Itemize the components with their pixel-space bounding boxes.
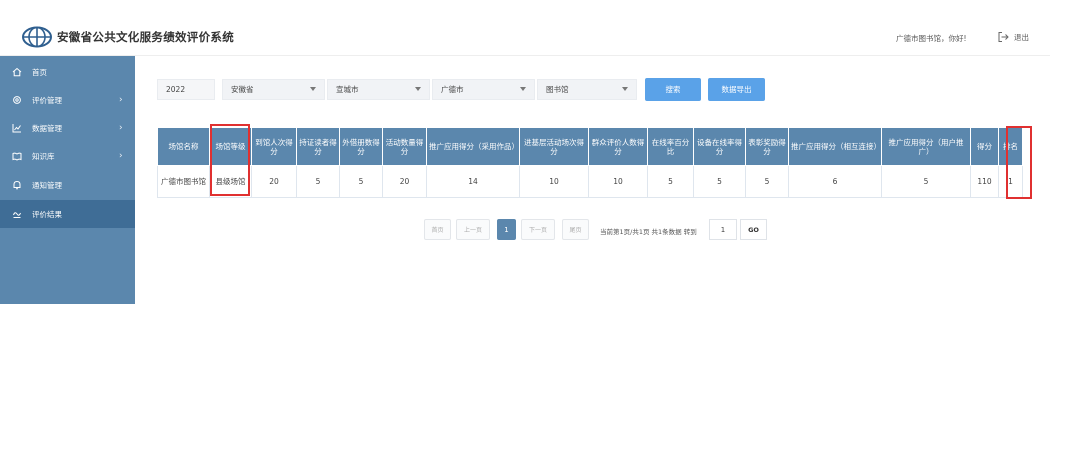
- bell-icon: [11, 180, 22, 191]
- sidebar-item-label: 首页: [32, 67, 47, 77]
- caret-down-icon: [415, 87, 421, 91]
- sidebar-item-label: 通知管理: [32, 180, 62, 190]
- pagination-info: 当前第1页/共1页 共1条数据 转到: [600, 228, 697, 236]
- sidebar-item-notification-management[interactable]: 通知管理: [0, 171, 135, 199]
- province-value: 安徽省: [231, 85, 254, 94]
- logo-icon: [22, 26, 52, 48]
- sidebar: 首页 评价管理 › 数据管理 › 知识库 › 通知管理 评价结果: [0, 56, 135, 304]
- table-cell: 5: [647, 165, 694, 198]
- next-page-button[interactable]: 下一页: [521, 219, 555, 240]
- app-title: 安徽省公共文化服务绩效评价系统: [57, 30, 234, 44]
- user-greeting: 广德市图书馆，你好!: [896, 34, 967, 43]
- province-select[interactable]: 安徽省: [222, 79, 325, 100]
- column-header: 群众评价人数得分: [588, 127, 648, 166]
- column-header: 表彰奖励得分: [745, 127, 789, 166]
- table-cell: 6: [788, 165, 882, 198]
- county-value: 广德市: [441, 85, 464, 94]
- table-row: 广德市图书馆 县级场馆 20 5 5 20 14 10 10 5 5 5 6 5…: [157, 165, 1023, 198]
- column-header: 场馆名称: [157, 127, 210, 166]
- table-cell: 5: [881, 165, 971, 198]
- venue-type-select[interactable]: 图书馆: [537, 79, 637, 100]
- sidebar-item-data-management[interactable]: 数据管理 ›: [0, 114, 135, 142]
- column-header: 外借册数得分: [339, 127, 383, 166]
- logout-button[interactable]: 退出: [997, 31, 1029, 43]
- table-cell: 20: [382, 165, 427, 198]
- county-select[interactable]: 广德市: [432, 79, 535, 100]
- caret-down-icon: [310, 87, 316, 91]
- column-header: 活动数量得分: [382, 127, 427, 166]
- year-field[interactable]: 2022: [157, 79, 215, 100]
- column-header: 得分: [970, 127, 999, 166]
- search-button[interactable]: 搜索: [645, 78, 701, 101]
- column-header: 进基层活动场次得分: [519, 127, 589, 166]
- venue-level-highlight-box: [210, 124, 250, 196]
- logout-label: 退出: [1014, 32, 1029, 42]
- table-cell: 110: [970, 165, 999, 198]
- column-header: 持证读者得分: [296, 127, 340, 166]
- sidebar-item-evaluation-results[interactable]: 评价结果: [0, 200, 135, 228]
- sidebar-item-label: 评价管理: [32, 95, 62, 105]
- chevron-right-icon: ›: [119, 123, 123, 133]
- logout-icon: [998, 32, 1009, 42]
- sidebar-item-label: 知识库: [32, 151, 55, 161]
- table-cell: 5: [745, 165, 789, 198]
- settings-icon: [11, 95, 22, 106]
- year-value: 2022: [166, 85, 186, 94]
- home-icon: [11, 67, 22, 78]
- chevron-right-icon: ›: [119, 95, 123, 105]
- table-cell: 5: [339, 165, 383, 198]
- results-table: 场馆名称 场馆等级 到馆人次得分 持证读者得分 外借册数得分 活动数量得分 推广…: [157, 127, 1023, 198]
- last-page-button[interactable]: 尾页: [562, 219, 589, 240]
- result-icon: [11, 209, 22, 220]
- table-cell: 20: [251, 165, 297, 198]
- go-button[interactable]: GO: [740, 219, 767, 240]
- column-header: 推广应用得分（用户推广）: [881, 127, 971, 166]
- rank-highlight-box: [1006, 126, 1032, 199]
- table-cell: 14: [426, 165, 520, 198]
- venue-type-value: 图书馆: [546, 85, 569, 94]
- page-1-button[interactable]: 1: [497, 219, 516, 240]
- column-header: 设备在线率得分: [693, 127, 746, 166]
- page-jump-input[interactable]: 1: [709, 219, 737, 240]
- prev-page-button[interactable]: 上一页: [456, 219, 490, 240]
- export-button[interactable]: 数据导出: [708, 78, 765, 101]
- city-value: 宣城市: [336, 85, 359, 94]
- column-header: 在线率百分比: [647, 127, 694, 166]
- sidebar-item-home[interactable]: 首页: [0, 58, 135, 86]
- city-select[interactable]: 宣城市: [327, 79, 430, 100]
- table-cell: 10: [588, 165, 648, 198]
- table-cell: 10: [519, 165, 589, 198]
- column-header: 推广应用得分（采用作品）: [426, 127, 520, 166]
- sidebar-item-label: 数据管理: [32, 123, 62, 133]
- sidebar-item-knowledge-base[interactable]: 知识库 ›: [0, 142, 135, 170]
- book-icon: [11, 151, 22, 162]
- top-header: 安徽省公共文化服务绩效评价系统 广德市图书馆，你好! 退出: [0, 20, 1050, 56]
- sidebar-item-evaluation-management[interactable]: 评价管理 ›: [0, 86, 135, 114]
- table-cell: 5: [296, 165, 340, 198]
- table-cell: 广德市图书馆: [157, 165, 210, 198]
- chart-icon: [11, 123, 22, 134]
- column-header: 到馆人次得分: [251, 127, 297, 166]
- sidebar-item-label: 评价结果: [32, 209, 62, 219]
- caret-down-icon: [520, 87, 526, 91]
- first-page-button[interactable]: 首页: [424, 219, 451, 240]
- table-cell: 5: [693, 165, 746, 198]
- table-header-row: 场馆名称 场馆等级 到馆人次得分 持证读者得分 外借册数得分 活动数量得分 推广…: [157, 127, 1023, 166]
- chevron-right-icon: ›: [119, 151, 123, 161]
- caret-down-icon: [622, 87, 628, 91]
- column-header: 推广应用得分（相互连接）: [788, 127, 882, 166]
